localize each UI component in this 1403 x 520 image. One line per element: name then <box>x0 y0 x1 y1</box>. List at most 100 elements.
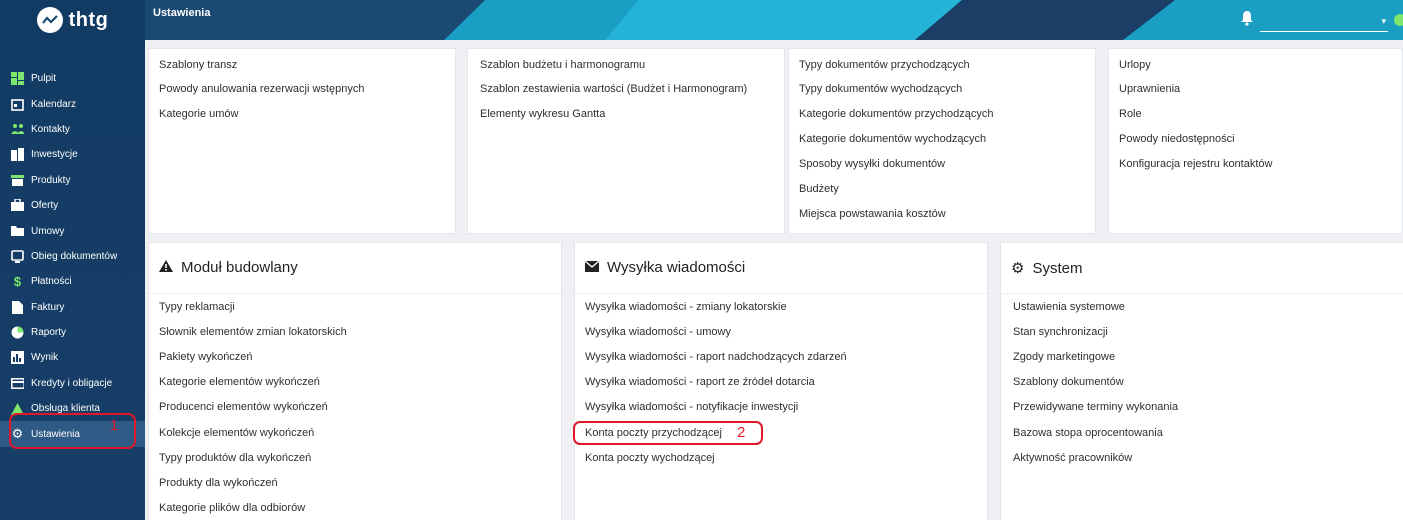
sidebar-item-pulpit[interactable]: Pulpit <box>0 66 145 91</box>
incoming-mail-accounts-link[interactable]: Konta poczty przychodzącej <box>585 427 722 439</box>
invoice-icon <box>11 300 24 314</box>
contacts-icon <box>11 123 24 136</box>
settings-link[interactable]: Konta poczty wychodzącej <box>585 452 715 464</box>
header-decoration <box>145 0 485 40</box>
sidebar-item-produkty[interactable]: Produkty <box>0 168 145 193</box>
sidebar-item-label: Płatności <box>31 276 72 288</box>
annotation-marker-2: 2 <box>737 424 746 441</box>
settings-link[interactable]: Powody niedostępności <box>1119 133 1235 145</box>
settings-link[interactable]: Wysyłka wiadomości - umowy <box>585 326 731 338</box>
status-indicator[interactable] <box>1394 14 1403 26</box>
settings-card: Szablon budżetu i harmonogramu Szablon z… <box>467 48 785 234</box>
settings-link[interactable]: Wysyłka wiadomości - raport ze źródeł do… <box>585 376 815 388</box>
section-card-messages: Wysyłka wiadomości Wysyłka wiadomości - … <box>574 242 988 520</box>
settings-link[interactable]: Pakiety wykończeń <box>159 351 253 363</box>
gear-icon: ⚙ <box>11 426 24 442</box>
logo[interactable]: thtg <box>0 0 145 40</box>
sidebar-item-label: Wynik <box>31 352 59 364</box>
settings-link[interactable]: Wysyłka wiadomości - raport nadchodzącyc… <box>585 351 847 363</box>
sidebar-item-faktury[interactable]: Faktury <box>0 295 145 320</box>
settings-link[interactable]: Typy reklamacji <box>159 301 235 313</box>
sidebar-item-oferty[interactable]: Oferty <box>0 193 145 218</box>
section-title-text: System <box>1032 259 1083 277</box>
sidebar-item-label: Kredyty i obligacje <box>31 377 113 389</box>
settings-link[interactable]: Ustawienia systemowe <box>1013 301 1125 313</box>
sidebar-item-umowy[interactable]: Umowy <box>0 218 145 243</box>
settings-link[interactable]: Urlopy <box>1119 59 1151 71</box>
sidebar-item-label: Produkty <box>31 174 71 186</box>
settings-link[interactable]: Konfiguracja rejestru kontaktów <box>1119 158 1272 170</box>
settings-card: Szablony transz Powody anulowania rezerw… <box>148 48 456 234</box>
sidebar-item-label: Oferty <box>31 200 59 212</box>
section-title: Moduł budowlany <box>159 259 298 276</box>
annotation-marker-1: 1 <box>110 417 119 434</box>
sidebar-item-obieg-dokumentow[interactable]: Obieg dokumentów <box>0 244 145 269</box>
settings-link[interactable]: Elementy wykresu Gantta <box>480 108 605 120</box>
settings-link[interactable]: Stan synchronizacji <box>1013 326 1108 338</box>
logo-icon <box>36 7 63 33</box>
section-title: Wysyłka wiadomości <box>584 259 746 276</box>
sidebar-item-label: Kalendarz <box>31 98 77 110</box>
store-icon <box>11 174 24 187</box>
sidebar-item-label: Raporty <box>31 327 67 339</box>
sidebar-item-kalendarz[interactable]: Kalendarz <box>0 91 145 116</box>
settings-link[interactable]: Kategorie dokumentów wychodzących <box>799 133 986 145</box>
warning-icon <box>159 259 173 276</box>
settings-link[interactable]: Produkty dla wykończeń <box>159 477 278 489</box>
sidebar-item-kredyty[interactable]: Kredyty i obligacje <box>0 371 145 396</box>
sidebar-item-inwestycje[interactable]: Inwestycje <box>0 142 145 167</box>
settings-link[interactable]: Miejsca powstawania kosztów <box>799 208 946 220</box>
sidebar-item-raporty[interactable]: Raporty <box>0 320 145 345</box>
settings-link[interactable]: Kategorie umów <box>159 108 239 120</box>
sidebar-item-platnosci[interactable]: $ Płatności <box>0 269 145 294</box>
sidebar-item-wynik[interactable]: Wynik <box>0 345 145 370</box>
section-title: ⚙ System <box>1011 259 1083 278</box>
section-title-text: Moduł budowlany <box>181 259 298 276</box>
settings-link[interactable]: Sposoby wysyłki dokumentów <box>799 158 945 170</box>
settings-link[interactable]: Aktywność pracowników <box>1013 452 1132 464</box>
sidebar-item-label: Obsługa klienta <box>31 403 100 415</box>
settings-link[interactable]: Wysyłka wiadomości - zmiany lokatorskie <box>585 301 787 313</box>
header-select[interactable]: ▾ <box>1260 14 1388 32</box>
settings-card: Urlopy Uprawnienia Role Powody niedostęp… <box>1108 48 1403 234</box>
settings-card: Typy dokumentów przychodzących Typy doku… <box>788 48 1096 234</box>
sidebar-item-label: Ustawienia <box>31 428 80 440</box>
section-card-building: Moduł budowlany Typy reklamacji Słownik … <box>148 242 562 520</box>
settings-link[interactable]: Producenci elementów wykończeń <box>159 401 328 413</box>
settings-link[interactable]: Typy dokumentów wychodzących <box>799 83 962 95</box>
briefcase-icon <box>11 199 24 212</box>
settings-link[interactable]: Kolekcje elementów wykończeń <box>159 427 314 439</box>
settings-link[interactable]: Role <box>1119 108 1142 120</box>
folder-icon <box>11 225 24 238</box>
settings-link[interactable]: Typy dokumentów przychodzących <box>799 59 970 71</box>
settings-link[interactable]: Typy produktów dla wykończeń <box>159 452 311 464</box>
settings-link[interactable]: Szablony dokumentów <box>1013 376 1124 388</box>
settings-link[interactable]: Szablon zestawienia wartości (Budżet i H… <box>480 83 747 95</box>
settings-link[interactable]: Bazowa stopa oprocentowania <box>1013 427 1163 439</box>
settings-link[interactable]: Szablon budżetu i harmonogramu <box>480 59 645 71</box>
section-title-text: Wysyłka wiadomości <box>607 259 746 276</box>
settings-link[interactable]: Kategorie dokumentów przychodzących <box>799 108 993 120</box>
envelope-icon <box>584 259 600 276</box>
sidebar-item-label: Kontakty <box>31 123 70 135</box>
settings-link[interactable]: Wysyłka wiadomości - notyfikacje inwesty… <box>585 401 798 413</box>
settings-link[interactable]: Przewidywane terminy wykonania <box>1013 401 1178 413</box>
logo-text: thtg <box>68 8 109 31</box>
settings-link[interactable]: Szablony transz <box>159 59 237 71</box>
sidebar-item-ustawienia[interactable]: ⚙ Ustawienia <box>0 421 145 447</box>
settings-link[interactable]: Kategorie elementów wykończeń <box>159 376 320 388</box>
sidebar-item-obsluga-klienta[interactable]: Obsługa klienta <box>0 396 145 421</box>
settings-link[interactable]: Zgody marketingowe <box>1013 351 1115 363</box>
settings-link[interactable]: Powody anulowania rezerwacji wstępnych <box>159 83 364 95</box>
divider <box>149 293 561 294</box>
settings-link[interactable]: Budżety <box>799 183 839 195</box>
document-flow-icon <box>11 250 24 263</box>
settings-link[interactable]: Kategorie plików dla odbiorów <box>159 502 305 514</box>
bell-icon[interactable] <box>1240 10 1256 28</box>
dashboard-icon <box>11 72 24 86</box>
divider <box>575 293 987 294</box>
sidebar-item-kontakty[interactable]: Kontakty <box>0 117 145 142</box>
settings-link[interactable]: Słownik elementów zmian lokatorskich <box>159 326 347 338</box>
top-header: Ustawienia ▾ <box>145 0 1403 40</box>
settings-link[interactable]: Uprawnienia <box>1119 83 1180 95</box>
